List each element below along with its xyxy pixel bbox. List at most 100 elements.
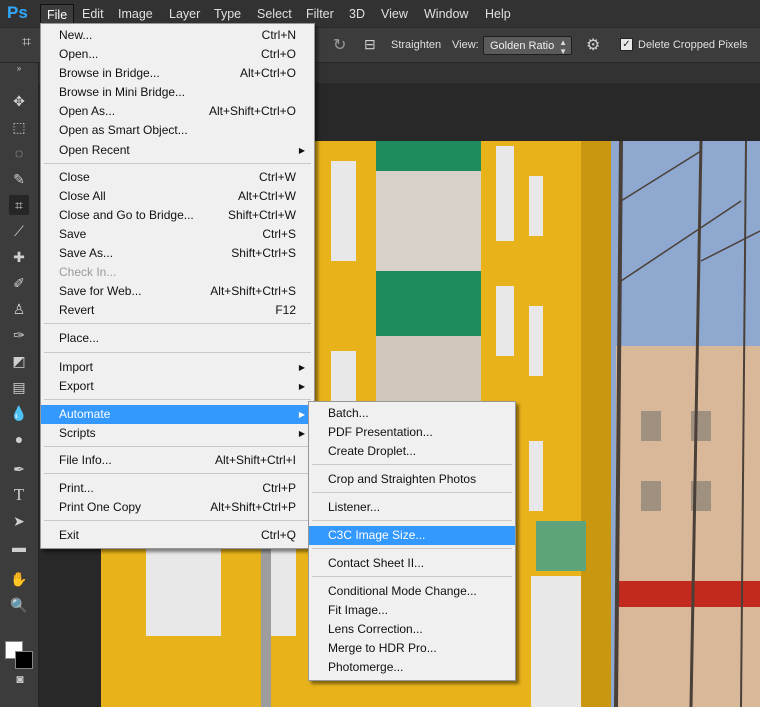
quick-select-tool-icon[interactable]: ✎ bbox=[9, 169, 29, 189]
menu-item-close-all[interactable]: Close All Alt+Ctrl+W bbox=[41, 187, 314, 206]
rectangle-tool-icon[interactable]: ▬ bbox=[9, 537, 29, 557]
menu-view[interactable]: View bbox=[375, 4, 414, 24]
menu-separator bbox=[312, 492, 512, 493]
submenu-arrow-icon: ▶ bbox=[298, 146, 305, 155]
menu-separator bbox=[312, 520, 512, 521]
submenu-item-lens-correction[interactable]: Lens Correction... bbox=[309, 620, 515, 639]
menu-item-export[interactable]: Export ▶ bbox=[41, 377, 314, 396]
submenu-item-conditional-mode-change[interactable]: Conditional Mode Change... bbox=[309, 582, 515, 601]
submenu-item-photomerge[interactable]: Photomerge... bbox=[309, 658, 515, 677]
menu-separator bbox=[44, 446, 311, 447]
menu-item-place[interactable]: Place... bbox=[41, 329, 314, 348]
path-select-tool-icon[interactable]: ➤ bbox=[9, 511, 29, 531]
menu-item-save-as[interactable]: Save As... Shift+Ctrl+S bbox=[41, 244, 314, 263]
marquee-tool-icon[interactable]: ⬚ bbox=[9, 117, 29, 137]
menu-separator bbox=[44, 520, 311, 521]
submenu-item-listener[interactable]: Listener... bbox=[309, 498, 515, 517]
crop-tool-icon[interactable]: ⌗ bbox=[9, 195, 29, 215]
delete-cropped-checkbox[interactable]: ✓ bbox=[620, 38, 633, 51]
tools-panel: » ✥ ⬚ ◌ ✎ ⌗ ⟋ ✚ ✐ ♙ ✑ ◩ ▤ 💧 ● ✒ T ➤ ▬ ✋ … bbox=[0, 63, 39, 707]
eraser-tool-icon[interactable]: ◩ bbox=[9, 351, 29, 371]
collapse-icon[interactable]: » bbox=[9, 65, 29, 73]
quick-mask-icon[interactable]: ◙ bbox=[10, 669, 30, 689]
menu-item-open[interactable]: Open... Ctrl+O bbox=[41, 45, 314, 64]
background-color-swatch[interactable] bbox=[15, 651, 33, 669]
menu-item-close[interactable]: Close Ctrl+W bbox=[41, 168, 314, 187]
menu-layer[interactable]: Layer bbox=[163, 4, 206, 24]
menu-image[interactable]: Image bbox=[112, 4, 159, 24]
delete-cropped-label[interactable]: Delete Cropped Pixels bbox=[638, 39, 747, 51]
lasso-tool-icon[interactable]: ◌ bbox=[9, 143, 29, 163]
pen-tool-icon[interactable]: ✒ bbox=[9, 459, 29, 479]
menu-separator bbox=[44, 352, 311, 353]
gear-icon[interactable]: ⚙ bbox=[586, 35, 600, 55]
view-select[interactable]: Golden Ratio ▲ ▼ bbox=[483, 36, 572, 56]
menu-separator bbox=[312, 464, 512, 465]
type-tool-icon[interactable]: T bbox=[9, 485, 29, 505]
menu-item-save-for-web[interactable]: Save for Web... Alt+Shift+Ctrl+S bbox=[41, 282, 314, 301]
submenu-item-crop-and-straighten[interactable]: Crop and Straighten Photos bbox=[309, 470, 515, 489]
submenu-item-create-droplet[interactable]: Create Droplet... bbox=[309, 442, 515, 461]
menu-item-revert[interactable]: Revert F12 bbox=[41, 301, 314, 320]
eyedropper-tool-icon[interactable]: ⟋ bbox=[9, 221, 29, 241]
menu-item-print-one-copy[interactable]: Print One Copy Alt+Shift+Ctrl+P bbox=[41, 498, 314, 517]
clone-stamp-tool-icon[interactable]: ♙ bbox=[9, 299, 29, 319]
menu-item-open-recent[interactable]: Open Recent ▶ bbox=[41, 141, 314, 160]
menu-type[interactable]: Type bbox=[208, 4, 247, 24]
menu-item-open-as-smart-object[interactable]: Open as Smart Object... bbox=[41, 121, 314, 140]
menu-item-automate[interactable]: Automate ▶ bbox=[41, 405, 314, 424]
hand-tool-icon[interactable]: ✋ bbox=[9, 569, 29, 589]
straighten-icon[interactable]: ⊟ bbox=[364, 36, 376, 53]
automate-submenu: Batch... PDF Presentation... Create Drop… bbox=[308, 401, 516, 681]
menu-3d[interactable]: 3D bbox=[343, 4, 371, 24]
menu-help[interactable]: Help bbox=[479, 4, 517, 24]
gradient-tool-icon[interactable]: ▤ bbox=[9, 377, 29, 397]
select-arrows-icon: ▲ ▼ bbox=[559, 38, 567, 56]
menu-item-scripts[interactable]: Scripts ▶ bbox=[41, 424, 314, 443]
menu-item-browse-in-bridge[interactable]: Browse in Bridge... Alt+Ctrl+O bbox=[41, 64, 314, 83]
dodge-tool-icon[interactable]: ● bbox=[9, 429, 29, 449]
menu-separator bbox=[44, 399, 311, 400]
submenu-item-c3c-image-size[interactable]: C3C Image Size... bbox=[309, 526, 515, 545]
submenu-item-fit-image[interactable]: Fit Image... bbox=[309, 601, 515, 620]
menu-file[interactable]: File bbox=[40, 4, 75, 25]
view-label: View: bbox=[452, 39, 479, 51]
menu-separator bbox=[44, 473, 311, 474]
submenu-arrow-icon: ▶ bbox=[298, 382, 305, 391]
submenu-item-merge-to-hdr-pro[interactable]: Merge to HDR Pro... bbox=[309, 639, 515, 658]
menu-item-open-as[interactable]: Open As... Alt+Shift+Ctrl+O bbox=[41, 102, 314, 121]
brush-tool-icon[interactable]: ✐ bbox=[9, 273, 29, 293]
crop-tool-icon[interactable]: ⌗ bbox=[22, 34, 31, 52]
menu-item-save[interactable]: Save Ctrl+S bbox=[41, 225, 314, 244]
zoom-tool-icon[interactable]: 🔍 bbox=[9, 595, 29, 615]
submenu-arrow-icon: ▶ bbox=[298, 410, 305, 419]
straighten-label[interactable]: Straighten bbox=[391, 39, 441, 51]
submenu-item-contact-sheet[interactable]: Contact Sheet II... bbox=[309, 554, 515, 573]
submenu-item-batch[interactable]: Batch... bbox=[309, 404, 515, 423]
reset-icon[interactable]: ↻ bbox=[333, 35, 346, 55]
menu-item-file-info[interactable]: File Info... Alt+Shift+Ctrl+I bbox=[41, 451, 314, 470]
history-brush-tool-icon[interactable]: ✑ bbox=[9, 325, 29, 345]
file-menu-dropdown: New... Ctrl+N Open... Ctrl+O Browse in Bri… bbox=[40, 23, 315, 549]
menu-select[interactable]: Select bbox=[251, 4, 298, 24]
submenu-arrow-icon: ▶ bbox=[298, 363, 305, 372]
healing-brush-tool-icon[interactable]: ✚ bbox=[9, 247, 29, 267]
move-tool-icon[interactable]: ✥ bbox=[9, 91, 29, 111]
submenu-arrow-icon: ▶ bbox=[298, 429, 305, 438]
menu-item-import[interactable]: Import ▶ bbox=[41, 358, 314, 377]
menu-item-exit[interactable]: Exit Ctrl+Q bbox=[41, 526, 314, 545]
menu-item-print[interactable]: Print... Ctrl+P bbox=[41, 479, 314, 498]
submenu-item-pdf-presentation[interactable]: PDF Presentation... bbox=[309, 423, 515, 442]
menu-item-close-and-go-to-bridge[interactable]: Close and Go to Bridge... Shift+Ctrl+W bbox=[41, 206, 314, 225]
menu-separator bbox=[44, 163, 311, 164]
blur-tool-icon[interactable]: 💧 bbox=[9, 403, 29, 423]
menu-item-new[interactable]: New... Ctrl+N bbox=[41, 26, 314, 45]
menu-separator bbox=[44, 323, 311, 324]
menu-edit[interactable]: Edit bbox=[76, 4, 110, 24]
menu-separator bbox=[312, 548, 512, 549]
menu-window[interactable]: Window bbox=[418, 4, 474, 24]
view-select-value: Golden Ratio bbox=[490, 40, 555, 52]
menu-filter[interactable]: Filter bbox=[300, 4, 340, 24]
menu-separator bbox=[312, 576, 512, 577]
menu-item-browse-in-mini-bridge[interactable]: Browse in Mini Bridge... bbox=[41, 83, 314, 102]
